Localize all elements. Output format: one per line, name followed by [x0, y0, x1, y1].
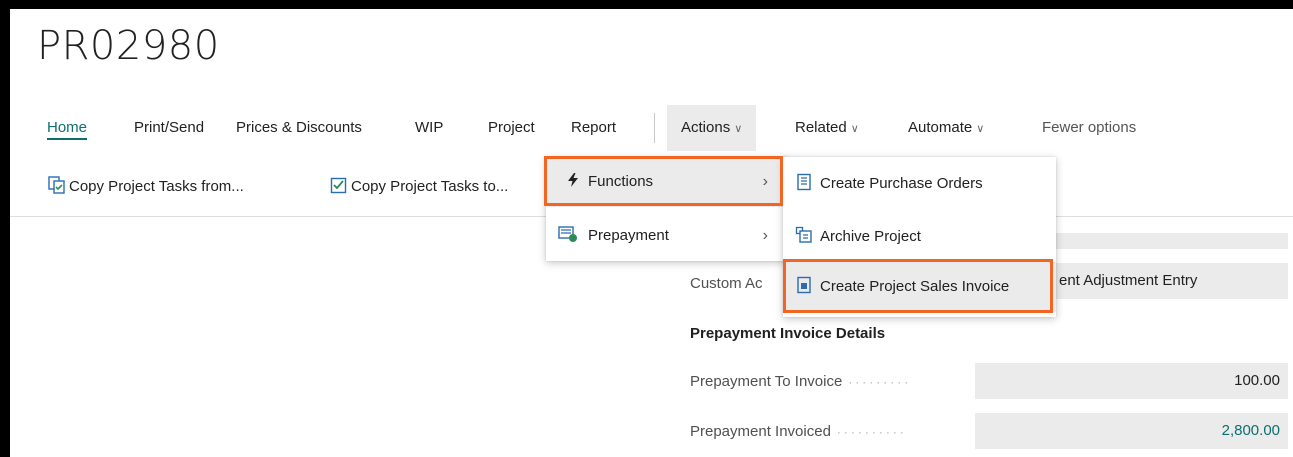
copy-check-icon: [330, 176, 348, 204]
tab-prices-discounts[interactable]: Prices & Discounts: [236, 105, 362, 151]
action-bar: Home Print/Send Prices & Discounts WIP P…: [10, 105, 1293, 151]
invoice-icon: [795, 262, 813, 312]
related-label: Related: [795, 119, 847, 136]
chevron-down-icon: ∨: [850, 123, 859, 135]
create-purchase-orders-label: Create Purchase Orders: [820, 175, 983, 192]
tab-project[interactable]: Project: [488, 105, 535, 151]
functions-menu-item[interactable]: Functions ›: [546, 157, 788, 207]
fewer-options-button[interactable]: Fewer options: [1042, 105, 1136, 151]
functions-submenu: Create Purchase Orders Archive Project C…: [783, 157, 1056, 317]
create-purchase-orders-item[interactable]: Create Purchase Orders: [783, 159, 1056, 209]
prepayment-invoiced-label: Prepayment Invoiced ··········: [690, 423, 907, 440]
prepayment-to-invoice-field[interactable]: 100.00: [975, 363, 1288, 399]
tab-print-send[interactable]: Print/Send: [134, 105, 204, 151]
page: PR02980 Home Print/Send Prices & Discoun…: [10, 9, 1293, 457]
chevron-down-icon: ∨: [734, 123, 743, 135]
copy-icon: [48, 176, 66, 204]
copy-tasks-from-button[interactable]: Copy Project Tasks from...: [48, 173, 244, 201]
automate-label: Automate: [908, 119, 973, 136]
prepayment-to-invoice-value: 100.00: [1234, 372, 1280, 389]
prepayment-icon: [558, 211, 578, 261]
prepayment-label: Prepayment: [588, 227, 669, 244]
archive-icon: [795, 212, 813, 262]
related-dropdown[interactable]: Related ∨: [795, 105, 859, 151]
tab-home[interactable]: Home: [47, 105, 88, 151]
custom-adjustment-label: Custom Ac: [690, 275, 763, 292]
section-title: Prepayment Invoice Details: [690, 325, 886, 342]
actions-dropdown[interactable]: Actions ∨: [667, 105, 757, 151]
prepayment-invoiced-field[interactable]: 2,800.00: [975, 413, 1288, 449]
adjustment-value: ent Adjustment Entry: [1059, 272, 1198, 289]
copy-tasks-from-label: Copy Project Tasks from...: [69, 178, 244, 195]
actions-menu: Functions › Prepayment ›: [546, 157, 788, 261]
prepayment-to-invoice-label: Prepayment To Invoice ·········: [690, 373, 912, 390]
copy-tasks-to-button[interactable]: Copy Project Tasks to...: [330, 173, 508, 201]
tab-wip[interactable]: WIP: [415, 105, 443, 151]
automate-dropdown[interactable]: Automate ∨: [908, 105, 984, 151]
prepayment-invoiced-label-text: Prepayment Invoiced: [690, 423, 831, 440]
document-icon: [795, 159, 813, 209]
lightning-icon: [566, 157, 580, 207]
prepayment-invoiced-value: 2,800.00: [1221, 422, 1280, 439]
tab-report[interactable]: Report: [571, 105, 616, 151]
create-project-sales-invoice-label: Create Project Sales Invoice: [820, 278, 1010, 295]
actionbar-divider: [654, 113, 655, 143]
chevron-down-icon: ∨: [976, 123, 985, 135]
chevron-right-icon: ›: [762, 227, 768, 244]
archive-project-label: Archive Project: [820, 228, 921, 245]
prepayment-to-invoice-label-text: Prepayment To Invoice: [690, 373, 843, 390]
actions-label: Actions: [681, 119, 731, 136]
create-project-sales-invoice-item[interactable]: Create Project Sales Invoice: [783, 262, 1056, 312]
prepayment-menu-item[interactable]: Prepayment ›: [546, 211, 788, 261]
copy-tasks-to-label: Copy Project Tasks to...: [351, 178, 509, 195]
chevron-right-icon: ›: [762, 173, 768, 190]
archive-project-item[interactable]: Archive Project: [783, 212, 1056, 262]
functions-label: Functions: [588, 173, 654, 190]
page-title: PR02980: [37, 23, 220, 69]
